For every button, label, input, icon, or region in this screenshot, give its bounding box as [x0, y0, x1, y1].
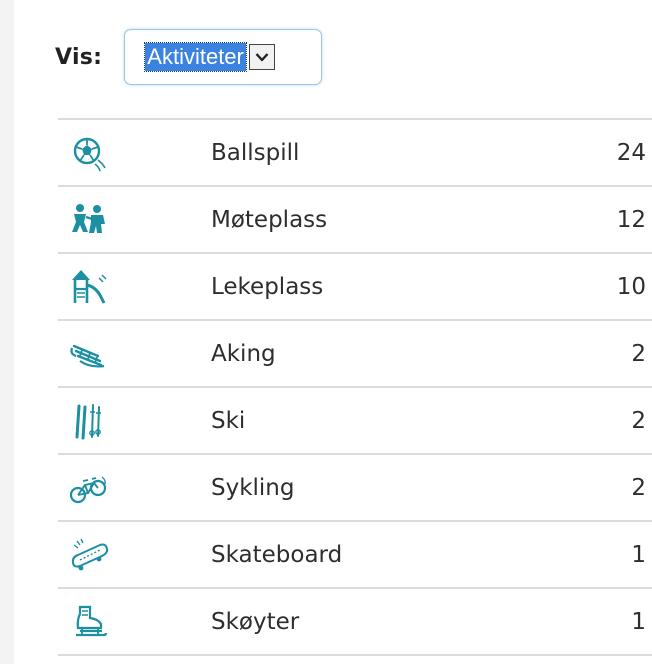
- list-item-label: Ballspill: [211, 139, 300, 166]
- list-item-label: Lekeplass: [211, 273, 324, 300]
- skateboard-icon: [68, 535, 110, 575]
- list-item-label: Aking: [211, 340, 276, 367]
- list-item-count: 1: [631, 541, 646, 568]
- left-margin-rule: [0, 0, 14, 664]
- list-item[interactable]: Sykling 2: [58, 455, 652, 522]
- category-select[interactable]: Aktiviteter: [124, 29, 323, 85]
- filter-label: Vis:: [55, 44, 103, 70]
- list-item-label: Ski: [211, 407, 246, 434]
- list-item-count: 2: [631, 474, 646, 501]
- list-item-label: Skateboard: [211, 541, 343, 568]
- filter-row: Vis: Aktiviteter: [55, 28, 323, 86]
- list-item-count: 12: [616, 206, 646, 233]
- ski-icon: [68, 401, 110, 441]
- playground-icon: [68, 267, 110, 307]
- list-item-count: 10: [616, 273, 646, 300]
- activity-filter-page: Vis: Aktiviteter Ballspill 24 Møteplass …: [0, 0, 652, 664]
- list-item-count: 1: [631, 608, 646, 635]
- list-item-count: 2: [631, 340, 646, 367]
- chevron-down-icon[interactable]: [248, 44, 275, 70]
- list-item[interactable]: Skateboard 1: [58, 522, 652, 589]
- list-item[interactable]: Ballspill 24: [58, 120, 652, 187]
- bicycle-icon: [68, 468, 110, 508]
- list-item-count: 24: [616, 139, 646, 166]
- sled-icon: [68, 334, 110, 374]
- soccer-ball-icon: [68, 133, 110, 173]
- list-item[interactable]: Aking 2: [58, 321, 652, 388]
- activity-list: Ballspill 24 Møteplass 12 Lekeplass 10 A…: [58, 118, 652, 656]
- ice-skate-icon: [68, 602, 110, 642]
- category-select-value: Aktiviteter: [144, 42, 247, 72]
- list-item[interactable]: Skøyter 1: [58, 589, 652, 656]
- list-item-label: Skøyter: [211, 608, 300, 635]
- list-item[interactable]: Lekeplass 10: [58, 254, 652, 321]
- list-item[interactable]: Ski 2: [58, 388, 652, 455]
- list-item-label: Sykling: [211, 474, 295, 501]
- list-item-label: Møteplass: [211, 206, 328, 233]
- meeting-place-icon: [68, 200, 110, 240]
- list-item-count: 2: [631, 407, 646, 434]
- list-item[interactable]: Møteplass 12: [58, 187, 652, 254]
